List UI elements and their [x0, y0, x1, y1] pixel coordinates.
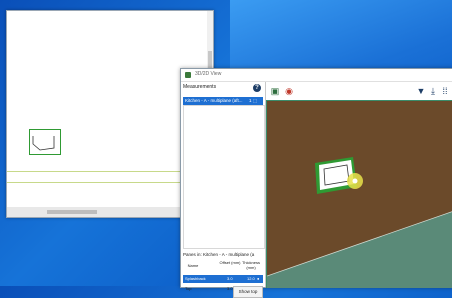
- viewer-window[interactable]: 3D/2D View Measurements ? Kitchen - A - …: [180, 68, 452, 298]
- measurements-heading: Measurements: [183, 84, 217, 90]
- title-bar[interactable]: 3D/2D View: [181, 69, 452, 82]
- panel-heading: Measurements ?: [183, 84, 263, 94]
- measurement-row-selected[interactable]: Kitchen - A - multiplane (aft... 1 ⬚: [183, 97, 263, 105]
- panes-title: Panes in: Kitchen - A - multiplane (a: [183, 252, 255, 257]
- window-title: 3D/2D View: [195, 71, 222, 77]
- pane-name: Splashback: [185, 276, 206, 281]
- grid-menu-icon[interactable]: ⁞⁞: [440, 86, 450, 96]
- cursor-dot: [352, 178, 358, 184]
- help-icon[interactable]: ?: [253, 84, 261, 92]
- pane-offset: 3.0: [227, 286, 233, 291]
- measurement-indicator: 1 ⬚: [248, 98, 257, 103]
- pane-thickness: 12.0: [247, 276, 255, 281]
- side-panel: Measurements ? Kitchen - A - multiplane …: [181, 82, 266, 298]
- measurement-list[interactable]: [183, 105, 265, 249]
- column-header-offset: Offset (mm): [219, 260, 241, 265]
- 3d-scene[interactable]: [266, 100, 452, 288]
- table-row[interactable]: Splashback 3.0 12.0 ●: [183, 275, 263, 283]
- filter-icon[interactable]: ▼: [416, 86, 426, 96]
- cube-view-icon[interactable]: ▣: [270, 86, 280, 96]
- pane-name: Top: [185, 286, 192, 291]
- visibility-icon[interactable]: ●: [257, 275, 259, 283]
- download-icon[interactable]: ⤓: [428, 86, 438, 96]
- color-wheel-icon[interactable]: ◉: [284, 86, 294, 96]
- 3d-scene-canvas[interactable]: [267, 101, 452, 288]
- column-header-thickness: Thickness (mm): [241, 260, 260, 270]
- measurement-name: Kitchen - A - multiplane (aft...: [185, 98, 243, 103]
- measurement-outline[interactable]: [29, 129, 61, 155]
- scrollbar-thumb[interactable]: [47, 210, 97, 214]
- pane-offset: 3.0: [227, 276, 233, 281]
- viewer-toolbar: ▣ ◉ ▼ ⤓ ⁞⁞: [266, 82, 452, 100]
- app-icon: [185, 72, 191, 78]
- show-top-button[interactable]: Show top: [233, 286, 263, 298]
